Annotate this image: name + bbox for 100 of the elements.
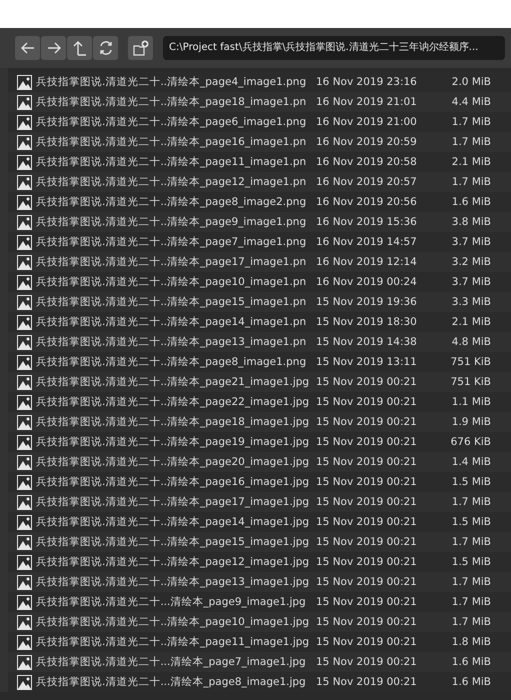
file-date: 15 Nov 2019 00:21 <box>316 516 418 528</box>
image-file-icon <box>17 234 32 250</box>
image-file-icon <box>17 294 32 310</box>
file-name: 兵技指掌图说.清道光二十..清绘本_page17_image1.pn <box>36 255 306 269</box>
image-file-icon <box>17 594 32 610</box>
file-size: 2.1 MiB <box>450 316 491 328</box>
file-name: 兵技指掌图说.清道光二十..清绘本_page14_image1.pn <box>36 315 306 329</box>
file-size: 1.7 MiB <box>450 576 491 588</box>
file-date: 16 Nov 2019 20:56 <box>316 196 418 208</box>
file-date: 15 Nov 2019 00:21 <box>316 656 418 668</box>
refresh-button[interactable] <box>93 36 118 60</box>
file-size: 2.0 MiB <box>450 76 491 88</box>
file-size: 1.7 MiB <box>450 616 491 628</box>
file-name: 兵技指掌图说.清道光二十..清绘本_page16_image1.pn <box>36 135 306 149</box>
file-name: 兵技指掌图说.清道光二十..清绘本_page12_image1.pn <box>36 175 306 189</box>
file-row[interactable]: 兵技指掌图说.清道光二十..清绘本_page20_image1.jpg 15 Nov 2019 00:21 1.4 MiB <box>8 452 511 472</box>
file-row[interactable]: 兵技指掌图说.清道光二十..清绘本_page15_image1.jpg 15 Nov 2019 00:21 1.7 MiB <box>8 532 511 552</box>
file-size: 3.7 MiB <box>450 276 491 288</box>
image-file-icon <box>17 414 32 430</box>
back-button[interactable] <box>15 36 40 60</box>
new-folder-icon <box>132 40 148 56</box>
path-field[interactable]: C:\Project fast\兵技指掌\兵技指掌图说.清道光二十三年讷尔经额序... <box>163 36 505 60</box>
file-size: 751 KiB <box>450 376 491 388</box>
file-date: 16 Nov 2019 20:57 <box>316 176 418 188</box>
image-file-icon <box>17 654 32 670</box>
image-file-icon <box>17 474 32 490</box>
parent-button[interactable] <box>67 36 92 60</box>
image-file-icon <box>17 214 32 230</box>
image-file-icon <box>17 174 32 190</box>
file-date: 15 Nov 2019 00:21 <box>316 536 418 548</box>
image-file-icon <box>17 454 32 470</box>
file-size: 676 KiB <box>450 436 491 448</box>
image-file-icon <box>17 154 32 170</box>
file-date: 15 Nov 2019 00:21 <box>316 576 418 588</box>
file-date: 15 Nov 2019 00:21 <box>316 616 418 628</box>
file-size: 1.6 MiB <box>450 676 491 688</box>
image-file-icon <box>17 574 32 590</box>
file-size: 1.7 MiB <box>450 116 491 128</box>
file-name: 兵技指掌图说.清道光二十..清绘本_page11_image1.jpg <box>36 635 306 649</box>
image-file-icon <box>17 334 32 350</box>
file-name: 兵技指掌图说.清道光二十..清绘本_page13_image1.jpg <box>36 575 306 589</box>
image-file-icon <box>17 114 32 130</box>
file-name: 兵技指掌图说.清道光二十..清绘本_page16_image1.jpg <box>36 475 306 489</box>
image-file-icon <box>17 674 32 690</box>
file-date: 16 Nov 2019 15:36 <box>316 216 418 228</box>
image-file-icon <box>17 514 32 530</box>
file-row[interactable]: 兵技指掌图说.清道光二十..清绘本_page10_image1.jpg 15 Nov 2019 00:21 1.7 MiB <box>8 612 511 632</box>
file-size: 3.7 MiB <box>450 236 491 248</box>
file-row[interactable]: 兵技指掌图说.清道光二十..清绘本_page21_image1.jpg 15 Nov 2019 00:21 751 KiB <box>8 372 511 392</box>
forward-arrow-icon <box>46 40 62 56</box>
file-date: 15 Nov 2019 19:36 <box>316 296 418 308</box>
file-date: 16 Nov 2019 20:59 <box>316 136 418 148</box>
file-row[interactable]: 兵技指掌图说.清道光二十...清绘本_page7_image1.jpg 15 Nov 2019 00:21 1.6 MiB <box>8 652 511 672</box>
file-row[interactable]: 兵技指掌图说.清道光二十..清绘本_page16_image1.pn 16 Nov 2019 20:59 1.7 MiB <box>8 132 511 152</box>
file-size: 1.7 MiB <box>450 496 491 508</box>
file-date: 16 Nov 2019 21:00 <box>316 116 418 128</box>
file-row[interactable]: 兵技指掌图说.清道光二十..清绘本_page15_image1.pn 15 Nov 2019 19:36 3.3 MiB <box>8 292 511 312</box>
file-size: 3.8 MiB <box>450 216 491 228</box>
file-name: 兵技指掌图说.清道光二十..清绘本_page19_image1.jpg <box>36 435 306 449</box>
file-date: 16 Nov 2019 00:24 <box>316 276 418 288</box>
file-row[interactable]: 兵技指掌图说.清道光二十..清绘本_page9_image1.png 16 Nov 2019 15:36 3.8 MiB <box>8 212 511 232</box>
file-row[interactable]: 兵技指掌图说.清道光二十..清绘本_page13_image1.jpg 15 Nov 2019 00:21 1.7 MiB <box>8 572 511 592</box>
file-size: 2.1 MiB <box>450 156 491 168</box>
file-size: 1.5 MiB <box>450 476 491 488</box>
file-date: 16 Nov 2019 12:14 <box>316 256 418 268</box>
back-arrow-icon <box>20 40 36 56</box>
file-row[interactable]: 兵技指掌图说.清道光二十..清绘本_page17_image1.jpg 15 Nov 2019 00:21 1.7 MiB <box>8 492 511 512</box>
image-file-icon <box>17 494 32 510</box>
image-file-icon <box>17 534 32 550</box>
image-file-icon <box>17 614 32 630</box>
up-arrow-icon <box>72 40 88 56</box>
image-file-icon <box>17 134 32 150</box>
file-row[interactable]: 兵技指掌图说.清道光二十..清绘本_page17_image1.pn 16 Nov 2019 12:14 3.2 MiB <box>8 252 511 272</box>
file-name: 兵技指掌图说.清道光二十..清绘本_page7_image1.png <box>36 235 306 249</box>
file-size: 4.4 MiB <box>450 96 491 108</box>
file-size: 1.4 MiB <box>450 456 491 468</box>
file-size: 1.1 MiB <box>450 396 491 408</box>
file-row[interactable]: 兵技指掌图说.清道光二十..清绘本_page13_image1.pn 15 Nov 2019 14:38 4.8 MiB <box>8 332 511 352</box>
image-file-icon <box>17 94 32 110</box>
file-name: 兵技指掌图说.清道光二十..清绘本_page6_image1.png <box>36 115 306 129</box>
file-date: 15 Nov 2019 18:30 <box>316 316 418 328</box>
new-folder-button[interactable] <box>128 36 153 60</box>
file-size: 1.7 MiB <box>450 596 491 608</box>
file-date: 15 Nov 2019 14:38 <box>316 336 418 348</box>
file-date: 15 Nov 2019 00:21 <box>316 556 418 568</box>
image-file-icon <box>17 554 32 570</box>
file-size: 4.8 MiB <box>450 336 491 348</box>
file-row[interactable]: 兵技指掌图说.清道光二十..清绘本_page18_image1.pn 16 Nov 2019 21:01 4.4 MiB <box>8 92 511 112</box>
file-date: 15 Nov 2019 00:21 <box>316 636 418 648</box>
file-size: 751 KiB <box>450 356 491 368</box>
image-file-icon <box>17 254 32 270</box>
file-size: 1.9 MiB <box>450 416 491 428</box>
file-row[interactable]: 兵技指掌图说.清道光二十..清绘本_page18_image1.jpg 15 Nov 2019 00:21 1.9 MiB <box>8 412 511 432</box>
file-name: 兵技指掌图说.清道光二十...清绘本_page7_image1.jpg <box>36 655 306 669</box>
file-date: 15 Nov 2019 13:11 <box>316 356 418 368</box>
file-size: 1.6 MiB <box>450 196 491 208</box>
file-row[interactable]: 兵技指掌图说.清道光二十..清绘本_page12_image1.pn 16 Nov 2019 20:57 1.7 MiB <box>8 172 511 192</box>
file-date: 16 Nov 2019 14:57 <box>316 236 418 248</box>
forward-button[interactable] <box>41 36 66 60</box>
file-name: 兵技指掌图说.清道光二十..清绘本_page21_image1.jpg <box>36 375 306 389</box>
